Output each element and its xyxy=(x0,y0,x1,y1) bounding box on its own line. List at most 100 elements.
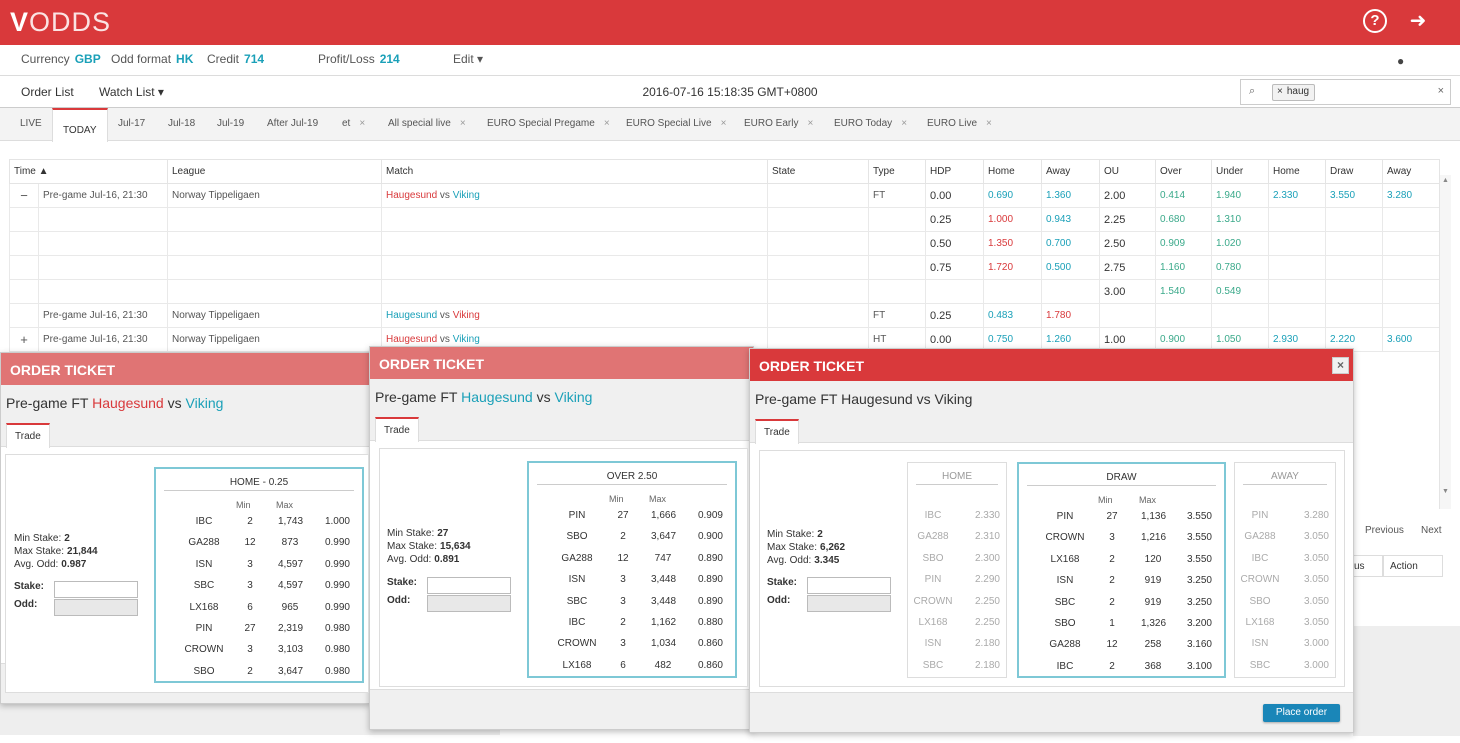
tab-all-special-live[interactable]: All special live × xyxy=(388,118,466,129)
order-ticket-header[interactable]: ORDER TICKET xyxy=(1,353,369,385)
away-team[interactable]: Viking xyxy=(453,310,480,321)
tab-after-jul-19[interactable]: After Jul-19 xyxy=(267,118,318,129)
close-icon[interactable]: × xyxy=(1332,357,1349,374)
bookmaker-row[interactable]: IBC 2.330 xyxy=(908,510,1006,526)
table-row[interactable]: Pre-game Jul-16, 21:30 Norway Tippeligaen… xyxy=(9,303,1440,328)
bookmaker-row[interactable]: PIN 27 1,136 3.550 xyxy=(1019,511,1224,527)
over-odd[interactable]: 1.160 xyxy=(1155,255,1212,280)
bookmaker-row[interactable]: ISN 3 4,597 0.990 xyxy=(156,559,362,575)
1x2-home-odd[interactable] xyxy=(1268,231,1326,256)
bookmaker-row[interactable]: GA288 3.050 xyxy=(1235,531,1335,547)
1x2-home-odd[interactable] xyxy=(1268,279,1326,304)
home-team[interactable]: Haugesund xyxy=(386,310,437,321)
next-page-button[interactable]: Next xyxy=(1421,525,1442,536)
bookmaker-row[interactable]: GA288 2.310 xyxy=(908,531,1006,547)
tab-euro-special-pregame[interactable]: EURO Special Pregame × xyxy=(487,118,610,129)
tab-live[interactable]: LIVE xyxy=(20,118,42,129)
under-odd[interactable]: 0.549 xyxy=(1211,279,1269,304)
hdp-away-odd[interactable]: 0.943 xyxy=(1041,207,1100,232)
close-tab-icon[interactable]: × xyxy=(807,118,813,129)
tab-trade[interactable]: Trade xyxy=(6,423,50,448)
bookmaker-row[interactable]: ISN 3 3,448 0.890 xyxy=(529,574,735,590)
bookmaker-row[interactable]: SBC 3 3,448 0.890 xyxy=(529,596,735,612)
1x2-draw-odd[interactable]: 3.550 xyxy=(1325,183,1383,208)
column-header-0[interactable]: Time ▲ xyxy=(9,159,168,184)
tab-euro-early[interactable]: EURO Early × xyxy=(744,118,813,129)
table-row[interactable]: − Pre-game Jul-16, 21:30 Norway Tippeligae… xyxy=(9,183,1440,208)
bookmaker-row[interactable]: LX168 3.050 xyxy=(1235,617,1335,633)
tab-jul-18[interactable]: Jul-18 xyxy=(168,118,195,129)
bookmaker-row[interactable]: SBO 3.050 xyxy=(1235,596,1335,612)
bookmaker-row[interactable]: ISN 2 919 3.250 xyxy=(1019,575,1224,591)
table-row[interactable]: 0.25 1.000 0.943 2.25 0.680 1.310 xyxy=(9,207,1440,232)
bookmaker-row[interactable]: IBC 3.050 xyxy=(1235,553,1335,569)
over-odd[interactable]: 0.680 xyxy=(1155,207,1212,232)
away-team[interactable]: Viking xyxy=(453,190,480,201)
under-odd[interactable]: 1.940 xyxy=(1211,183,1269,208)
tab-euro-live[interactable]: EURO Live × xyxy=(927,118,992,129)
hdp-home-odd[interactable]: 1.720 xyxy=(983,255,1042,280)
bookmaker-row[interactable]: ISN 3.000 xyxy=(1235,638,1335,654)
bookmaker-row[interactable]: CROWN 3 1,216 3.550 xyxy=(1019,532,1224,548)
match-name[interactable] xyxy=(381,207,768,232)
bookmaker-row[interactable]: IBC 2 368 3.100 xyxy=(1019,661,1224,677)
search-tag[interactable]: × haug xyxy=(1272,84,1316,101)
stake-input[interactable] xyxy=(807,577,891,594)
scroll-up-icon[interactable]: ▲ xyxy=(1442,177,1449,184)
1x2-away-odd[interactable] xyxy=(1382,207,1440,232)
bookmaker-row[interactable]: LX168 2 120 3.550 xyxy=(1019,554,1224,570)
close-tab-icon[interactable]: × xyxy=(901,118,907,129)
1x2-away-odd[interactable] xyxy=(1382,255,1440,280)
match-name[interactable]: Haugesund vs Viking xyxy=(381,183,768,208)
bookmaker-row[interactable]: CROWN 3 3,103 0.980 xyxy=(156,644,362,660)
tab-jul-17[interactable]: Jul-17 xyxy=(118,118,145,129)
bookmaker-row[interactable]: SBO 2 3,647 0.980 xyxy=(156,666,362,682)
close-tab-icon[interactable]: × xyxy=(986,118,992,129)
bookmaker-row[interactable]: GA288 12 258 3.160 xyxy=(1019,639,1224,655)
bookmaker-row[interactable]: IBC 2 1,743 1.000 xyxy=(156,516,362,532)
clear-search-icon[interactable]: × xyxy=(1438,85,1444,97)
bookmaker-row[interactable]: SBO 2 3,647 0.900 xyxy=(529,531,735,547)
hdp-home-odd[interactable]: 0.690 xyxy=(983,183,1042,208)
bookmaker-row[interactable]: LX168 2.250 xyxy=(908,617,1006,633)
edit-dropdown[interactable]: Edit ▾ xyxy=(453,52,483,66)
help-icon[interactable]: ? xyxy=(1363,9,1387,33)
tab-trade[interactable]: Trade xyxy=(375,417,419,442)
bookmaker-row[interactable]: SBC 3 4,597 0.990 xyxy=(156,580,362,596)
bookmaker-row[interactable]: PIN 27 1,666 0.909 xyxy=(529,510,735,526)
under-odd[interactable]: 1.310 xyxy=(1211,207,1269,232)
home-team[interactable]: Haugesund xyxy=(386,334,437,345)
bookmaker-row[interactable]: LX168 6 482 0.860 xyxy=(529,660,735,676)
under-odd[interactable] xyxy=(1211,303,1269,328)
order-ticket-header[interactable]: ORDER TICKET × xyxy=(750,349,1353,381)
over-odd[interactable] xyxy=(1155,303,1212,328)
bookmaker-row[interactable]: SBO 1 1,326 3.200 xyxy=(1019,618,1224,634)
scroll-down-icon[interactable]: ▼ xyxy=(1442,488,1449,495)
close-tab-icon[interactable]: × xyxy=(460,118,466,129)
close-tab-icon[interactable]: × xyxy=(359,118,365,129)
match-name[interactable]: Haugesund vs Viking xyxy=(381,303,768,328)
expand-toggle[interactable]: − xyxy=(9,183,39,208)
away-team[interactable]: Viking xyxy=(453,334,480,345)
1x2-draw-odd[interactable] xyxy=(1325,303,1383,328)
logo[interactable]: VODDS xyxy=(10,7,111,38)
bookmaker-row[interactable]: SBC 2.180 xyxy=(908,660,1006,676)
stake-input[interactable] xyxy=(54,581,138,598)
under-odd[interactable]: 1.020 xyxy=(1211,231,1269,256)
tab-et[interactable]: et × xyxy=(342,118,365,129)
order-ticket-header[interactable]: ORDER TICKET xyxy=(370,347,753,379)
order-list-link[interactable]: Order List xyxy=(21,85,74,99)
place-order-button[interactable]: Place order xyxy=(1263,704,1340,722)
bookmaker-row[interactable]: ISN 2.180 xyxy=(908,638,1006,654)
1x2-draw-odd[interactable] xyxy=(1325,207,1383,232)
remove-tag-icon[interactable]: × xyxy=(1277,86,1283,97)
over-odd[interactable]: 0.909 xyxy=(1155,231,1212,256)
logout-icon[interactable]: ➜ xyxy=(1406,9,1430,33)
bookmaker-row[interactable]: CROWN 2.250 xyxy=(908,596,1006,612)
bookmaker-row[interactable]: IBC 2 1,162 0.880 xyxy=(529,617,735,633)
search-input[interactable]: ⌕ × haug × xyxy=(1240,79,1451,105)
bookmaker-row[interactable]: SBC 2 919 3.250 xyxy=(1019,597,1224,613)
bookmaker-row[interactable]: SBO 2.300 xyxy=(908,553,1006,569)
over-odd[interactable]: 0.414 xyxy=(1155,183,1212,208)
hdp-away-odd[interactable]: 1.780 xyxy=(1041,303,1100,328)
